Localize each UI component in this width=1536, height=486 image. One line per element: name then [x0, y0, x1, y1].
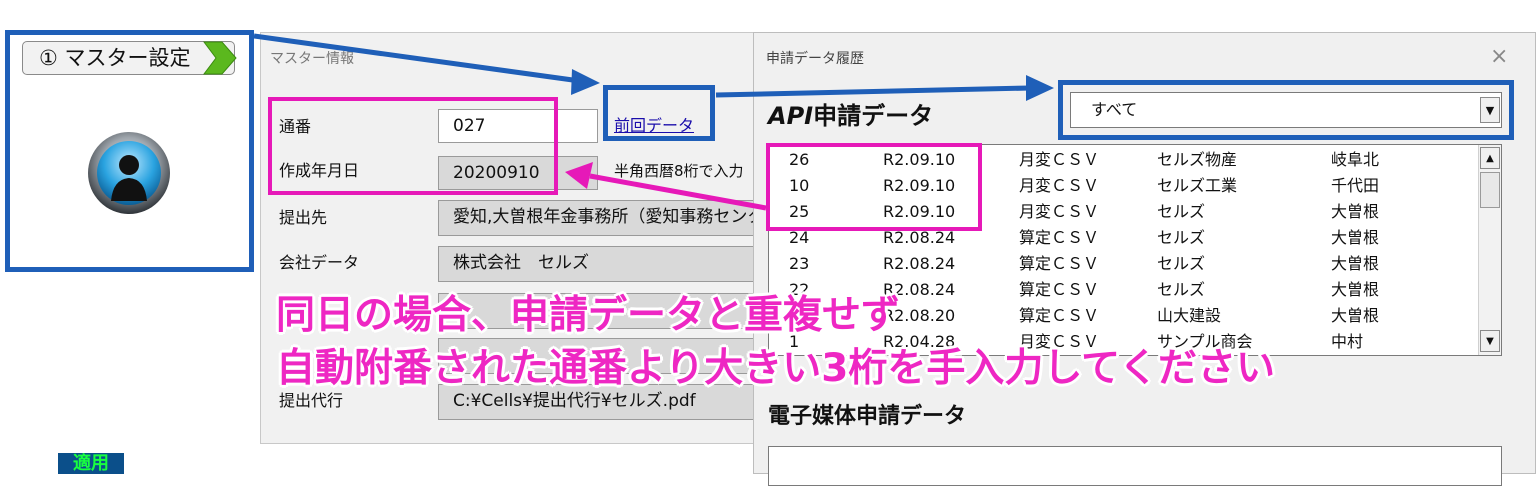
api-heading-prefix: API: [768, 102, 814, 130]
api-data-heading: API申請データ: [768, 96, 933, 131]
close-icon[interactable]: ×: [1490, 44, 1508, 69]
media-data-heading: 電子媒体申請データ: [768, 404, 967, 429]
apply-button[interactable]: 適用: [58, 453, 124, 474]
scroll-down-icon[interactable]: ▼: [1480, 330, 1500, 352]
caption-line-2: 自動附番された通番より大きい3桁を手入力してください: [276, 346, 1276, 391]
master-settings-highlight: [5, 30, 254, 272]
prev-data-highlight: [603, 85, 715, 141]
scroll-thumb[interactable]: [1480, 172, 1500, 208]
scroll-up-icon[interactable]: ▲: [1480, 147, 1500, 169]
serial-date-highlight: [268, 97, 558, 195]
submit-to-label: 提出先: [279, 208, 328, 227]
master-info-title: マスター情報: [270, 51, 354, 67]
media-data-list[interactable]: [768, 446, 1502, 486]
company-data-field[interactable]: 株式会社 セルズ: [438, 246, 778, 282]
filter-highlight: [1058, 80, 1514, 140]
caption-line-1: 同日の場合、申請データと重複せず: [276, 293, 901, 338]
date-format-hint: 半角西暦8桁で入力: [614, 162, 744, 180]
api-heading-rest: 申請データ: [813, 102, 934, 130]
company-data-label: 会社データ: [279, 253, 360, 272]
submit-to-field[interactable]: 愛知,大曽根年金事務所（愛知事務センター）: [438, 200, 778, 236]
same-day-rows-highlight: [766, 143, 982, 231]
history-dialog-title: 申請データ履歴: [766, 51, 864, 67]
